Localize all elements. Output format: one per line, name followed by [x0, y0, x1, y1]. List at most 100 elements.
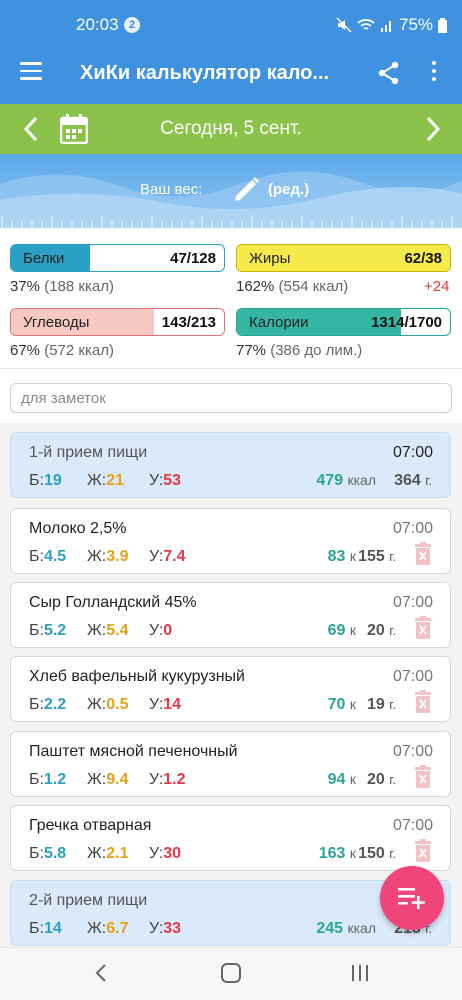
kcal-unit: ккал	[347, 472, 376, 488]
entry-time: 07:00	[392, 668, 433, 685]
nutrient-summary: Белки 47/128 37% (188 ккал) Жиры 62/38 1…	[0, 228, 462, 368]
mute-icon	[336, 17, 352, 33]
protein-number: 2.2	[43, 696, 67, 713]
status-time: 20:03	[76, 15, 119, 34]
protein-abbr: Б:	[29, 696, 44, 713]
kcal-number: 69	[327, 622, 346, 639]
protein-amount: Б:2.2	[29, 696, 66, 714]
notes-input[interactable]: для заметок	[10, 383, 452, 413]
food-item[interactable]: Молоко 2,5% 07:00 Б:4.5 Ж:3.9 У:7.4 83 к 155 г…	[10, 508, 451, 574]
grams-number: 19	[366, 696, 385, 713]
carbs-abbr: У:	[149, 920, 164, 937]
entry-kcal: 163 к	[319, 845, 356, 863]
grams-unit: г.	[389, 549, 396, 564]
calendar-icon[interactable]	[60, 114, 88, 144]
notes-section: для заметок	[0, 368, 462, 423]
delete-icon[interactable]	[414, 542, 432, 566]
home-nav-icon[interactable]	[220, 962, 242, 984]
grams-number: 364	[394, 472, 421, 489]
entry-kcal: 70 к	[328, 696, 356, 714]
carbs-pct: 67%	[10, 342, 41, 359]
carbs-abbr: У:	[149, 845, 164, 862]
add-entry-button[interactable]	[380, 866, 444, 930]
delete-icon[interactable]	[414, 616, 432, 640]
more-vert-icon[interactable]	[430, 61, 438, 85]
entry-grams: 364 г.	[394, 472, 432, 490]
protein-abbr: Б:	[29, 472, 44, 489]
protein-number: 5.2	[43, 622, 67, 639]
protein-amount: Б:1.2	[29, 771, 66, 789]
app-title: ХиКи калькулятор кало...	[80, 62, 330, 84]
recents-nav-icon[interactable]	[350, 962, 370, 984]
protein-label: Белки	[23, 250, 65, 267]
carbs-number: 1.2	[163, 771, 186, 788]
system-icons: 75%	[336, 15, 448, 35]
carbs-number: 53	[163, 472, 182, 489]
calories-remaining: (386 до лим.)	[270, 342, 363, 359]
grams-unit: г.	[389, 846, 396, 861]
entry-name: 2-й прием пищи	[29, 892, 148, 909]
carbs-abbr: У:	[149, 696, 164, 713]
grams-unit: г.	[389, 697, 396, 712]
status-bar: 20:03 2 75%	[0, 0, 462, 42]
add-list-icon	[398, 888, 425, 909]
entry-grams: 19 г.	[367, 696, 396, 714]
share-icon[interactable]	[376, 60, 402, 86]
carbs-abbr: У:	[149, 771, 164, 788]
kcal-unit: ккал	[347, 920, 376, 936]
carbs-amount: У:33	[149, 920, 181, 938]
prev-day-chevron-icon[interactable]	[22, 115, 40, 143]
carbs-abbr: У:	[149, 622, 164, 639]
protein-amount: Б:4.5	[29, 548, 66, 566]
grams-number: 20	[366, 771, 385, 788]
fat-abbr: Ж:	[87, 696, 107, 713]
entry-name: Сыр Голландский 45%	[29, 594, 197, 611]
fat-excess: +24	[424, 278, 450, 295]
entry-time: 07:00	[392, 817, 433, 834]
entry-name: Хлеб вафельный кукурузный	[29, 668, 245, 685]
fat-abbr: Ж:	[87, 548, 107, 565]
kcal-unit: к	[349, 771, 356, 787]
food-item[interactable]: Паштет мясной печеночный 07:00 Б:1.2 Ж:9.4 У…	[10, 731, 451, 797]
notification-count-badge: 2	[124, 17, 140, 33]
kcal-number: 479	[316, 472, 344, 489]
kcal-unit: к	[349, 622, 356, 638]
kcal-number: 83	[327, 548, 346, 565]
fat-abbr: Ж:	[87, 845, 107, 862]
protein-abbr: Б:	[29, 845, 44, 862]
fat-amount: Ж:2.1	[87, 845, 128, 863]
fat-label: Жиры	[249, 250, 291, 267]
food-entries-list[interactable]: 1-й прием пищи 07:00 Б:19 Ж:21 У:53 479 ккал 3…	[0, 423, 462, 947]
grams-unit: г.	[389, 772, 396, 787]
protein-number: 1.2	[43, 771, 67, 788]
entry-time: 07:00	[392, 594, 433, 611]
carbs-kcal: (572 ккал)	[44, 342, 114, 359]
back-nav-icon[interactable]	[94, 962, 108, 984]
protein-kcal: (188 ккал)	[44, 278, 114, 295]
entry-kcal: 69 к	[328, 622, 356, 640]
grams-number: 155	[358, 548, 385, 565]
protein-abbr: Б:	[29, 920, 44, 937]
kcal-number: 70	[327, 696, 346, 713]
delete-icon[interactable]	[414, 690, 432, 714]
battery-icon	[438, 17, 448, 33]
food-item[interactable]: Гречка отварная 07:00 Б:5.8 Ж:2.1 У:30 163 к1…	[10, 805, 451, 871]
fat-abbr: Ж:	[87, 622, 107, 639]
ruler-scale	[1, 216, 453, 228]
menu-icon[interactable]	[20, 62, 42, 80]
pencil-icon[interactable]	[232, 174, 260, 202]
food-item[interactable]: Сыр Голландский 45% 07:00 Б:5.2 Ж:5.4 У:0 69 …	[10, 582, 451, 648]
carbs-abbr: У:	[149, 548, 164, 565]
next-day-chevron-icon[interactable]	[424, 115, 442, 143]
fat-number: 21	[106, 472, 125, 489]
protein-number: 4.5	[43, 548, 67, 565]
food-item[interactable]: Хлеб вафельный кукурузный 07:00 Б:2.2 Ж:0.5…	[10, 656, 451, 722]
delete-icon[interactable]	[414, 765, 432, 789]
weight-edit-link[interactable]: (ред.)	[268, 181, 309, 198]
meal-header[interactable]: 1-й прием пищи 07:00 Б:19 Ж:21 У:53 479 ккал 3…	[10, 432, 451, 498]
delete-icon[interactable]	[414, 839, 432, 863]
entry-kcal: 479 ккал	[316, 472, 376, 490]
kcal-unit: к	[349, 696, 356, 712]
grams-number: 150	[358, 845, 385, 862]
fat-detail: 162% (554 ккал)	[236, 278, 348, 295]
